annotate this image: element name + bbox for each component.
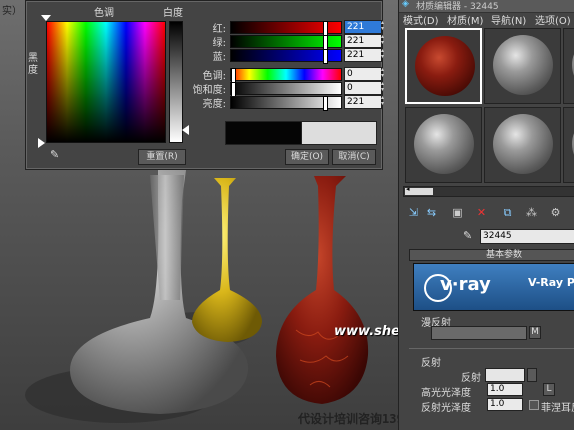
- channel-label: 亮度:: [202, 99, 226, 110]
- vray-product-text: V-Ray P: [528, 276, 574, 289]
- reflection-glossiness-label: 反射光泽度: [421, 403, 471, 414]
- pick-material-eyedropper-icon[interactable]: ✎: [463, 229, 475, 242]
- sample-slot[interactable]: [563, 107, 574, 183]
- menu-item[interactable]: 导航(N): [491, 12, 526, 27]
- menu-item[interactable]: 选项(O): [535, 12, 571, 27]
- make-unique-icon[interactable]: ⁂: [525, 206, 538, 219]
- reflection-glossiness-field[interactable]: 1.0: [487, 398, 523, 411]
- color-selector-dialog: 色调 白度 黑度 ✎ 重置(R) 红: 221 ▴ ▾ 绿: 221 ▴ ▾ 蓝: 221 ▴ ▾ 色调…: [25, 0, 384, 170]
- channel-slider-track[interactable]: [230, 21, 342, 36]
- channel-slider-thumb[interactable]: [323, 21, 329, 36]
- sample-slot[interactable]: [563, 28, 574, 104]
- new-color-swatch: [301, 121, 377, 145]
- fresnel-checkbox[interactable]: [529, 400, 539, 410]
- sample-slot[interactable]: [405, 107, 482, 183]
- channel-slider-track[interactable]: [230, 82, 342, 97]
- spinner-arrows-icon[interactable]: ▴ ▾: [381, 81, 388, 93]
- channel-slider-thumb[interactable]: [323, 96, 329, 111]
- channel-label: 红:: [212, 24, 226, 35]
- put-to-library-icon[interactable]: ⚙: [549, 206, 562, 219]
- highlight-glossiness-field[interactable]: 1.0: [487, 383, 523, 396]
- menu-item[interactable]: 材质(M): [447, 12, 483, 27]
- material-editor-window: ◈ 材质编辑器 - 32445 模式(D) 材质(M) 导航(N) 选项(O) ◂ ⇲…: [398, 0, 574, 430]
- spinner-arrows-icon[interactable]: ▴ ▾: [381, 34, 388, 46]
- get-material-icon[interactable]: ⇲: [407, 206, 420, 219]
- vray-banner: v·ray V-Ray P: [413, 263, 574, 311]
- viewport-label: 实）: [2, 6, 22, 17]
- spinner-arrows-icon[interactable]: ▴ ▾: [381, 48, 388, 60]
- hue-label: 色调: [94, 8, 114, 19]
- channel-label: 绿:: [212, 38, 226, 49]
- basic-params-rollout[interactable]: 基本参数: [409, 249, 574, 261]
- fresnel-label: 菲涅耳反: [541, 403, 574, 414]
- spinner-arrows-icon[interactable]: ▴ ▾: [381, 67, 388, 79]
- channel-slider-thumb[interactable]: [323, 49, 329, 64]
- rollout-title: 基本参数: [486, 250, 523, 260]
- whiteness-marker-icon[interactable]: [182, 125, 189, 135]
- make-copy-icon[interactable]: ⧉: [501, 206, 514, 219]
- hue-saturation-picker[interactable]: [46, 21, 166, 143]
- watermark: www.shejiedu.com: [334, 324, 398, 339]
- channel-slider-thumb[interactable]: [231, 82, 236, 97]
- cancel-button[interactable]: 取消(C): [332, 149, 376, 165]
- app-icon: ◈: [402, 0, 409, 9]
- channel-slider-track[interactable]: [230, 49, 342, 64]
- material-sphere: [493, 35, 553, 95]
- channel-value-field[interactable]: 221: [344, 34, 382, 48]
- whiteness-bar[interactable]: [169, 21, 183, 143]
- sample-slot[interactable]: [405, 28, 482, 104]
- channel-slider-thumb[interactable]: [323, 35, 329, 50]
- material-sphere: [415, 36, 475, 96]
- sample-slot[interactable]: [484, 28, 561, 104]
- menu-bar: 模式(D) 材质(M) 导航(N) 选项(O): [399, 10, 574, 27]
- blackness-marker-icon[interactable]: [38, 138, 45, 148]
- spinner-arrows-icon[interactable]: ▴ ▾: [381, 20, 388, 32]
- reflect-color-swatch[interactable]: [485, 368, 525, 382]
- material-sphere: [414, 114, 474, 174]
- channel-label: 饱和度:: [192, 85, 226, 96]
- ok-button[interactable]: 确定(O): [285, 149, 329, 165]
- channel-slider-thumb[interactable]: [231, 68, 236, 83]
- sample-slot[interactable]: [484, 107, 561, 183]
- channel-slider-track[interactable]: [230, 35, 342, 50]
- put-to-scene-icon[interactable]: ⇆: [425, 206, 438, 219]
- reflect-label: 反射: [461, 373, 481, 384]
- channel-slider-track[interactable]: [230, 96, 342, 111]
- promo-text: 代设计培训咨询13903833301 00151: [298, 412, 398, 426]
- channel-value-field[interactable]: 221: [344, 20, 382, 34]
- channel-value-field[interactable]: 221: [344, 95, 382, 109]
- material-sphere: [493, 114, 553, 174]
- diffuse-color-swatch[interactable]: [431, 326, 527, 340]
- slots-scrollbar[interactable]: ◂: [403, 185, 574, 197]
- diffuse-map-button[interactable]: M: [529, 326, 541, 339]
- reflect-map-button[interactable]: [527, 368, 537, 382]
- reflection-group-label: 反射: [421, 358, 441, 369]
- vray-logo-text: v·ray: [440, 274, 491, 295]
- channel-value-field[interactable]: 0: [344, 67, 382, 81]
- menu-item[interactable]: 模式(D): [403, 12, 439, 27]
- reset-map-icon[interactable]: ✕: [475, 206, 488, 219]
- channel-value-field[interactable]: 221: [344, 48, 382, 62]
- assign-to-selection-icon[interactable]: ▣: [451, 206, 464, 219]
- spinner-arrows-icon[interactable]: ▴ ▾: [381, 95, 388, 107]
- original-color-swatch: [225, 121, 303, 145]
- channel-label: 色调:: [202, 71, 226, 82]
- highlight-glossiness-label: 高光光泽度: [421, 388, 471, 399]
- channel-slider-track[interactable]: [230, 68, 342, 83]
- blackness-label: 黑度: [28, 53, 38, 76]
- whiteness-label: 白度: [163, 8, 183, 19]
- scroll-left-icon[interactable]: ◂: [406, 185, 410, 193]
- channel-value-field[interactable]: 0: [344, 81, 382, 95]
- material-name-field[interactable]: 32445: [480, 229, 574, 244]
- highlight-lock-button[interactable]: L: [543, 383, 555, 396]
- channel-label: 蓝:: [212, 52, 226, 63]
- reset-button[interactable]: 重置(R): [138, 149, 186, 165]
- eyedropper-icon[interactable]: ✎: [50, 149, 62, 161]
